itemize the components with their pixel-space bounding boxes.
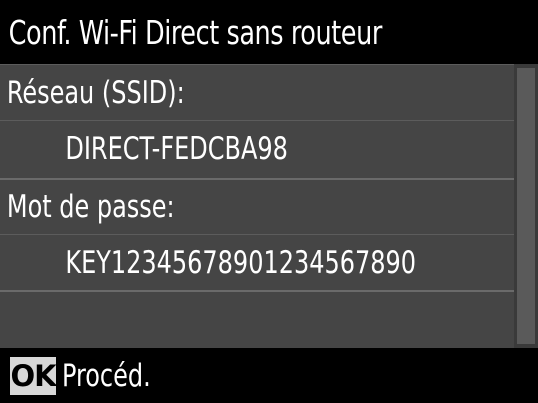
password-value-row: KEY12345678901234567890 <box>0 234 514 290</box>
password-label: Mot de passe: <box>6 189 175 225</box>
ssid-label-row: Réseau (SSID): <box>0 64 514 120</box>
lcd-screen: Conf. Wi-Fi Direct sans routeur Réseau (… <box>0 0 538 403</box>
info-panel: Réseau (SSID): DIRECT-FEDCBA98 Mot de pa… <box>0 64 538 348</box>
ok-button-icon[interactable]: OK <box>10 356 57 395</box>
password-value: KEY12345678901234567890 <box>65 244 417 281</box>
empty-row <box>0 290 514 348</box>
title-bar: Conf. Wi-Fi Direct sans routeur <box>0 0 538 64</box>
ssid-value-row: DIRECT-FEDCBA98 <box>0 120 514 176</box>
ssid-value: DIRECT-FEDCBA98 <box>65 130 288 167</box>
scrollbar[interactable] <box>514 64 538 348</box>
footer-bar: OK Procéd. <box>0 348 538 403</box>
password-label-row: Mot de passe: <box>0 178 514 234</box>
scrollbar-thumb[interactable] <box>517 68 535 344</box>
ssid-label: Réseau (SSID): <box>6 74 185 111</box>
proceed-label: Procéd. <box>62 357 151 394</box>
screen-title: Conf. Wi-Fi Direct sans routeur <box>8 12 383 52</box>
